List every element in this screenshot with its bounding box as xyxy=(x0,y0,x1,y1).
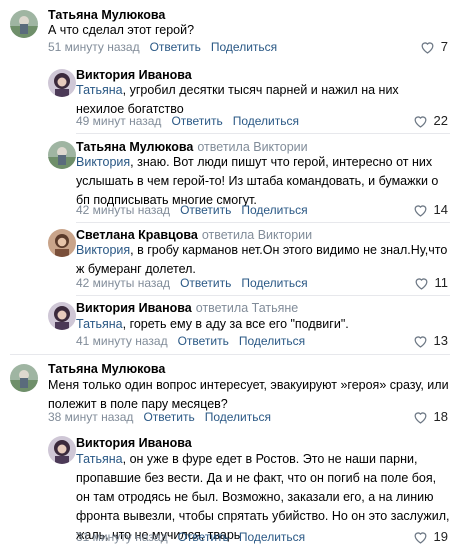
avatar[interactable] xyxy=(48,302,76,330)
share-button[interactable]: Поделиться xyxy=(241,203,307,217)
like-button[interactable]: 13 xyxy=(413,333,448,348)
heart-icon xyxy=(414,204,426,217)
comment-meta: 42 минуты назад Ответить Поделиться xyxy=(76,203,308,217)
reply-to-label: ответила Татьяне xyxy=(195,301,299,315)
reply-button[interactable]: Ответить xyxy=(180,203,231,217)
comment-meta: 41 минуту назад Ответить Поделиться xyxy=(76,334,305,348)
divider xyxy=(76,133,450,134)
comment-text: А что сделал этот герой? xyxy=(48,23,195,37)
avatar[interactable] xyxy=(48,69,76,97)
comment-text: Татьяна, гореть ему в аду за все его "по… xyxy=(76,317,349,331)
avatar[interactable] xyxy=(48,141,76,169)
like-button[interactable]: 18 xyxy=(413,409,448,424)
reply-button[interactable]: Ответить xyxy=(178,530,229,544)
timestamp[interactable]: 38 минут назад xyxy=(48,410,133,424)
avatar[interactable] xyxy=(10,364,38,392)
like-count: 19 xyxy=(433,529,448,544)
heart-icon xyxy=(414,335,426,348)
author-name[interactable]: Виктория Иванова xyxy=(76,68,196,82)
like-count: 22 xyxy=(433,113,448,128)
like-count: 7 xyxy=(440,39,448,54)
comment-meta: 38 минут назад Ответить Поделиться xyxy=(48,410,271,424)
reply-button[interactable]: Ответить xyxy=(150,40,201,54)
comment-text: Меня только один вопрос интересует, эвак… xyxy=(48,378,449,411)
mention-link[interactable]: Татьяна xyxy=(76,452,123,466)
author-name[interactable]: Татьяна Мулюкова xyxy=(48,8,169,22)
heart-icon xyxy=(414,411,426,424)
share-button[interactable]: Поделиться xyxy=(233,114,299,128)
reply-button[interactable]: Ответить xyxy=(180,276,231,290)
reply-button[interactable]: Ответить xyxy=(171,114,222,128)
like-button[interactable]: 7 xyxy=(420,39,448,54)
author-name[interactable]: Светлана Кравцова ответила Виктории xyxy=(76,228,312,242)
avatar[interactable] xyxy=(10,10,38,38)
mention-link[interactable]: Татьяна xyxy=(76,317,123,331)
timestamp[interactable]: 42 минуты назад xyxy=(76,276,170,290)
author-name[interactable]: Татьяна Мулюкова ответила Виктории xyxy=(76,140,308,154)
share-button[interactable]: Поделиться xyxy=(239,334,305,348)
timestamp[interactable]: 49 минут назад xyxy=(76,114,161,128)
heart-icon xyxy=(421,41,434,54)
mention-link[interactable]: Виктория xyxy=(76,155,130,169)
mention-link[interactable]: Виктория xyxy=(76,243,130,257)
mention-link[interactable]: Татьяна xyxy=(76,83,123,97)
author-name[interactable]: Виктория Иванова xyxy=(76,436,196,450)
like-button[interactable]: 19 xyxy=(413,529,448,544)
heart-icon xyxy=(414,115,426,128)
like-count: 14 xyxy=(433,202,448,217)
comment-meta: 49 минут назад Ответить Поделиться xyxy=(76,114,299,128)
reply-to-label: ответила Виктории xyxy=(201,228,313,242)
timestamp[interactable]: 51 минуту назад xyxy=(48,40,140,54)
like-button[interactable]: 22 xyxy=(413,113,448,128)
timestamp[interactable]: 31 минуту назад xyxy=(76,530,168,544)
like-count: 11 xyxy=(434,275,449,290)
share-button[interactable]: Поделиться xyxy=(241,276,307,290)
divider xyxy=(76,222,450,223)
share-button[interactable]: Поделиться xyxy=(205,410,271,424)
reply-button[interactable]: Ответить xyxy=(143,410,194,424)
reply-to-label: ответила Виктории xyxy=(197,140,308,154)
divider xyxy=(76,295,450,296)
timestamp[interactable]: 42 минуты назад xyxy=(76,203,170,217)
share-button[interactable]: Поделиться xyxy=(211,40,277,54)
comment-meta: 42 минуты назад Ответить Поделиться xyxy=(76,276,308,290)
comment-text: Виктория, знаю. Вот люди пишут что герой… xyxy=(76,155,439,207)
comment-meta: 51 минуту назад Ответить Поделиться xyxy=(48,40,277,54)
timestamp[interactable]: 41 минуту назад xyxy=(76,334,168,348)
avatar[interactable] xyxy=(48,229,76,257)
like-button[interactable]: 14 xyxy=(413,202,448,217)
reply-button[interactable]: Ответить xyxy=(178,334,229,348)
heart-icon xyxy=(414,531,426,544)
comment-text: Виктория, в гробу карманов нет.Он этого … xyxy=(76,243,448,276)
author-name[interactable]: Виктория Иванова ответила Татьяне xyxy=(76,301,298,315)
divider xyxy=(10,354,450,355)
like-count: 13 xyxy=(433,333,448,348)
author-name[interactable]: Татьяна Мулюкова xyxy=(48,362,169,376)
avatar[interactable] xyxy=(48,436,76,464)
comment-meta: 31 минуту назад Ответить Поделиться xyxy=(76,530,305,544)
share-button[interactable]: Поделиться xyxy=(239,530,305,544)
like-count: 18 xyxy=(433,409,448,424)
heart-icon xyxy=(415,277,427,290)
like-button[interactable]: 11 xyxy=(414,275,449,290)
